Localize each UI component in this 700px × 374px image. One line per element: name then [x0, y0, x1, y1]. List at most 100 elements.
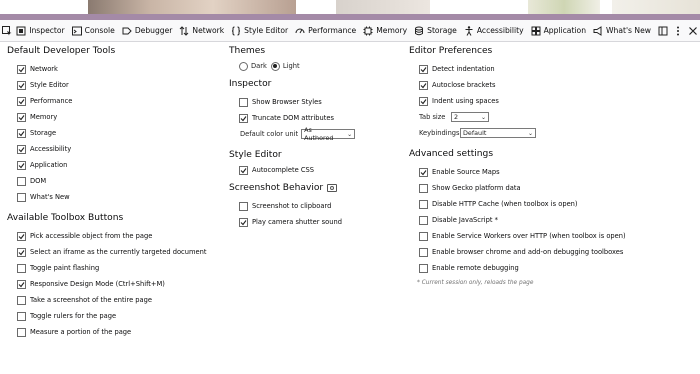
advanced-settings-list: Enable Source Maps Show Gecko platform da… [409, 164, 699, 276]
checkbox-option[interactable]: Play camera shutter sound [229, 214, 404, 230]
checkbox[interactable] [239, 97, 248, 107]
checkbox[interactable] [419, 183, 428, 193]
checkbox-option[interactable]: Enable Source Maps [409, 164, 699, 180]
tab-memory[interactable]: Memory [360, 20, 411, 42]
whats-new-icon [593, 25, 603, 36]
checkbox[interactable] [419, 263, 428, 273]
checkbox-option[interactable]: Toggle rulers for the page [7, 308, 217, 324]
color-unit-select[interactable]: As Authored ⌄ [301, 126, 356, 142]
option-label: Autoclose brackets [432, 81, 496, 89]
checkbox-option[interactable]: Enable Service Workers over HTTP (when t… [409, 228, 699, 244]
tab-application[interactable]: Application [528, 20, 590, 42]
option-label: Screenshot to clipboard [252, 202, 332, 210]
checkbox[interactable] [419, 199, 428, 209]
checkbox-option[interactable]: Show Gecko platform data [409, 180, 699, 196]
section-title: Themes [229, 46, 266, 56]
tab-inspector[interactable]: Inspector [13, 20, 68, 42]
more-icon [676, 26, 679, 35]
toolbox-buttons-list: Pick accessible object from the page Sele… [7, 228, 217, 340]
checkbox-option[interactable]: What's New [7, 189, 217, 205]
checkbox-option[interactable]: Storage [7, 125, 217, 141]
checkbox-option[interactable]: Memory [7, 109, 217, 125]
checkbox-option[interactable]: Autoclose brackets [409, 77, 699, 93]
tab-performance[interactable]: Performance [292, 20, 360, 42]
checkbox-option[interactable]: Disable HTTP Cache (when toolbox is open… [409, 196, 699, 212]
checkbox[interactable] [239, 165, 248, 175]
checkbox-option[interactable]: Select an iframe as the currently target… [7, 244, 217, 260]
option-label: Enable Source Maps [432, 168, 500, 176]
checkbox[interactable] [17, 279, 26, 289]
checkbox[interactable] [17, 80, 26, 90]
tab-storage[interactable]: Storage [411, 20, 461, 42]
checkbox-option[interactable]: Detect indentation [409, 61, 699, 77]
checkbox-option[interactable]: DOM [7, 173, 217, 189]
checkbox-option[interactable]: Style Editor [7, 77, 217, 93]
element-picker-button[interactable] [0, 20, 13, 42]
autocomplete-css-option[interactable]: Autocomplete CSS [229, 162, 404, 178]
checkbox-option[interactable]: Toggle paint flashing [7, 260, 217, 276]
more-options-button[interactable] [670, 20, 685, 42]
checkbox-option[interactable]: Indent using spaces [409, 93, 699, 109]
checkbox[interactable] [17, 144, 26, 154]
dock-options-button[interactable] [655, 20, 670, 42]
checkbox[interactable] [17, 176, 26, 186]
checkbox[interactable] [17, 64, 26, 74]
checkbox[interactable] [17, 96, 26, 106]
checkbox-option[interactable]: Pick accessible object from the page [7, 228, 217, 244]
checkbox-option[interactable]: Disable JavaScript * [409, 212, 699, 228]
keybindings-select[interactable]: Default ⌄ [460, 128, 536, 138]
tab-console[interactable]: Console [69, 20, 119, 42]
checkbox[interactable] [17, 263, 26, 273]
checkbox[interactable] [17, 192, 26, 202]
checkbox[interactable] [239, 201, 248, 211]
checkbox[interactable] [419, 215, 428, 225]
checkbox[interactable] [419, 80, 428, 90]
checkbox-option[interactable]: Measure a portion of the page [7, 324, 217, 340]
checkbox[interactable] [419, 167, 428, 177]
tab-style-editor[interactable]: Style Editor [228, 20, 292, 42]
theme-dark-label: Dark [251, 62, 267, 70]
element-picker-icon [1, 25, 12, 35]
theme-light-radio[interactable] [270, 61, 280, 71]
checkbox[interactable] [17, 160, 26, 170]
checkbox[interactable] [17, 112, 26, 122]
checkbox-option[interactable]: Performance [7, 93, 217, 109]
checkbox[interactable] [17, 231, 26, 241]
checkbox[interactable] [239, 113, 248, 123]
tab-size-select[interactable]: 2 ⌄ [451, 112, 489, 122]
checkbox-option[interactable]: Accessibility [7, 141, 217, 157]
tab-debugger[interactable]: Debugger [119, 20, 177, 42]
tab-whats-new[interactable]: What's New [590, 20, 655, 42]
show-browser-styles-option[interactable]: Show Browser Styles [229, 94, 404, 110]
checkbox[interactable] [419, 247, 428, 257]
style-editor-icon [231, 26, 241, 36]
tab-accessibility[interactable]: Accessibility [461, 20, 528, 42]
section-title: Editor Preferences [409, 46, 493, 56]
checkbox-option[interactable]: Enable browser chrome and add-on debuggi… [409, 244, 699, 260]
checkbox[interactable] [17, 128, 26, 138]
truncate-dom-option[interactable]: Truncate DOM attributes [229, 110, 404, 126]
checkbox-option[interactable]: Responsive Design Mode (Ctrl+Shift+M) [7, 276, 217, 292]
checkbox[interactable] [419, 64, 428, 74]
checkbox[interactable] [17, 311, 26, 321]
section-title: Available Toolbox Buttons [7, 213, 124, 223]
section-title: Style Editor [229, 150, 282, 160]
checkbox[interactable] [17, 295, 26, 305]
checkbox[interactable] [17, 247, 26, 257]
checkbox-option[interactable]: Application [7, 157, 217, 173]
theme-dark-radio[interactable] [239, 61, 248, 71]
close-toolbox-button[interactable] [685, 20, 700, 42]
checkbox[interactable] [419, 231, 428, 241]
checkbox-option[interactable]: Network [7, 61, 217, 77]
option-label: Network [30, 65, 58, 73]
checkbox[interactable] [239, 217, 248, 227]
checkbox-option[interactable]: Screenshot to clipboard [229, 198, 404, 214]
checkbox[interactable] [419, 96, 428, 106]
tab-network[interactable]: Network [176, 20, 228, 42]
checkbox[interactable] [17, 327, 26, 337]
color-unit-row: Default color unit As Authored ⌄ [229, 126, 404, 142]
option-label: Pick accessible object from the page [30, 232, 153, 240]
checkbox-option[interactable]: Take a screenshot of the entire page [7, 292, 217, 308]
checkbox-option[interactable]: Enable remote debugging [409, 260, 699, 276]
section-title: Advanced settings [409, 149, 494, 159]
